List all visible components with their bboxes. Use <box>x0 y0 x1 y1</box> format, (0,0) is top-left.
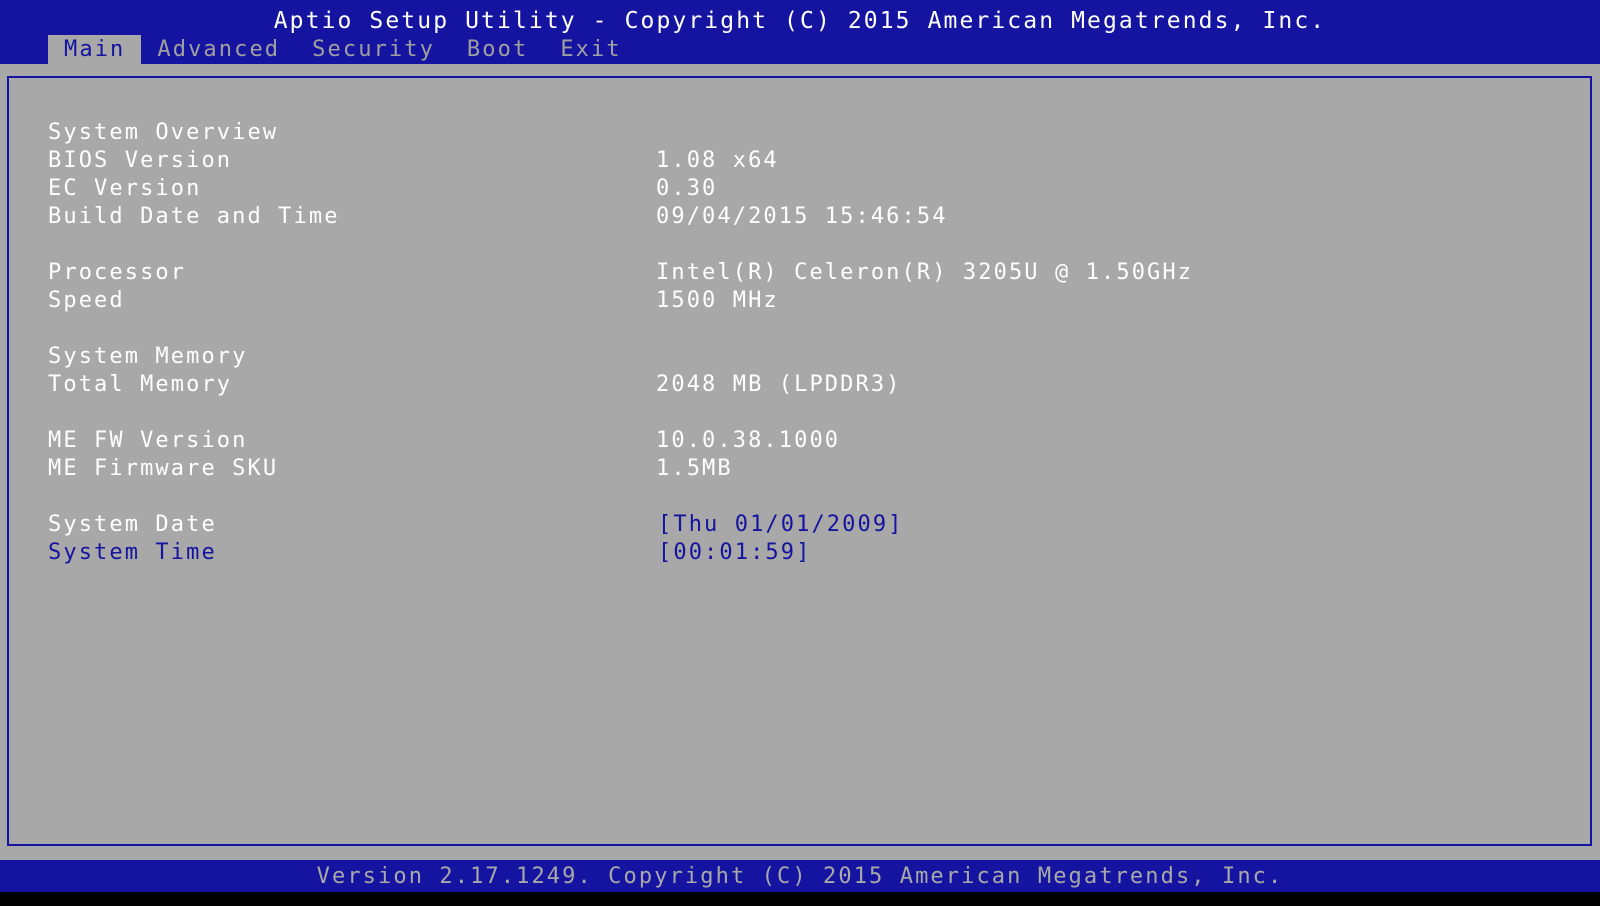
system-date-field[interactable]: [Thu 01/01/2009] <box>658 511 904 539</box>
tab-advanced[interactable]: Advanced <box>141 35 296 64</box>
main-panel: System Overview BIOS Version 1.08 x64 EC… <box>0 64 1600 860</box>
processor-label: Processor <box>48 260 187 285</box>
title-bar: Aptio Setup Utility - Copyright (C) 2015… <box>0 0 1600 64</box>
me-firmware-sku-row: ME Firmware SKU 1.5MB <box>48 455 1548 483</box>
ec-version-label: EC Version <box>48 176 202 201</box>
version-footer: Version 2.17.1249. Copyright (C) 2015 Am… <box>316 864 1284 889</box>
tab-security[interactable]: Security <box>296 35 451 64</box>
system-date-label[interactable]: System Date <box>48 511 217 539</box>
system-time-label[interactable]: System Time <box>48 539 217 567</box>
tab-bar: Main Advanced Security Boot Exit <box>48 35 638 64</box>
system-overview-row: System Overview <box>48 119 1548 147</box>
tab-main[interactable]: Main <box>48 35 142 64</box>
build-date-label: Build Date and Time <box>48 204 340 229</box>
speed-row: Speed 1500 MHz <box>48 287 1548 315</box>
build-date-row: Build Date and Time 09/04/2015 15:46:54 <box>48 203 1548 231</box>
me-firmware-sku-value: 1.5MB <box>656 456 733 481</box>
build-date-value: 09/04/2015 15:46:54 <box>656 204 948 229</box>
processor-row: Processor Intel(R) Celeron(R) 3205U @ 1.… <box>48 259 1548 287</box>
bios-version-row: BIOS Version 1.08 x64 <box>48 147 1548 175</box>
bios-version-value: 1.08 x64 <box>656 148 779 173</box>
ec-version-value: 0.30 <box>656 176 718 201</box>
tab-exit[interactable]: Exit <box>544 35 637 64</box>
total-memory-row: Total Memory 2048 MB (LPDDR3) <box>48 371 1548 399</box>
me-fw-version-label: ME FW Version <box>48 428 248 453</box>
system-overview-heading: System Overview <box>48 120 279 145</box>
system-time-field[interactable]: [00:01:59] <box>658 539 811 567</box>
ec-version-row: EC Version 0.30 <box>48 175 1548 203</box>
total-memory-value: 2048 MB (LPDDR3) <box>656 372 902 397</box>
system-time-row[interactable]: System Time [00:01:59] <box>48 539 1548 567</box>
system-date-row[interactable]: System Date [Thu 01/01/2009] <box>48 511 1548 539</box>
total-memory-label: Total Memory <box>48 372 233 397</box>
me-firmware-sku-label: ME Firmware SKU <box>48 456 279 481</box>
bios-version-label: BIOS Version <box>48 148 233 173</box>
speed-value: 1500 MHz <box>656 288 779 313</box>
speed-label: Speed <box>48 288 125 313</box>
tab-boot[interactable]: Boot <box>451 35 544 64</box>
me-fw-version-row: ME FW Version 10.0.38.1000 <box>48 427 1548 455</box>
processor-value: Intel(R) Celeron(R) 3205U @ 1.50GHz <box>656 260 1194 285</box>
system-memory-row: System Memory <box>48 343 1548 371</box>
system-memory-heading: System Memory <box>48 344 248 369</box>
me-fw-version-value: 10.0.38.1000 <box>656 428 841 453</box>
status-bar: Version 2.17.1249. Copyright (C) 2015 Am… <box>0 860 1600 892</box>
setup-utility-title: Aptio Setup Utility - Copyright (C) 2015… <box>273 8 1327 34</box>
